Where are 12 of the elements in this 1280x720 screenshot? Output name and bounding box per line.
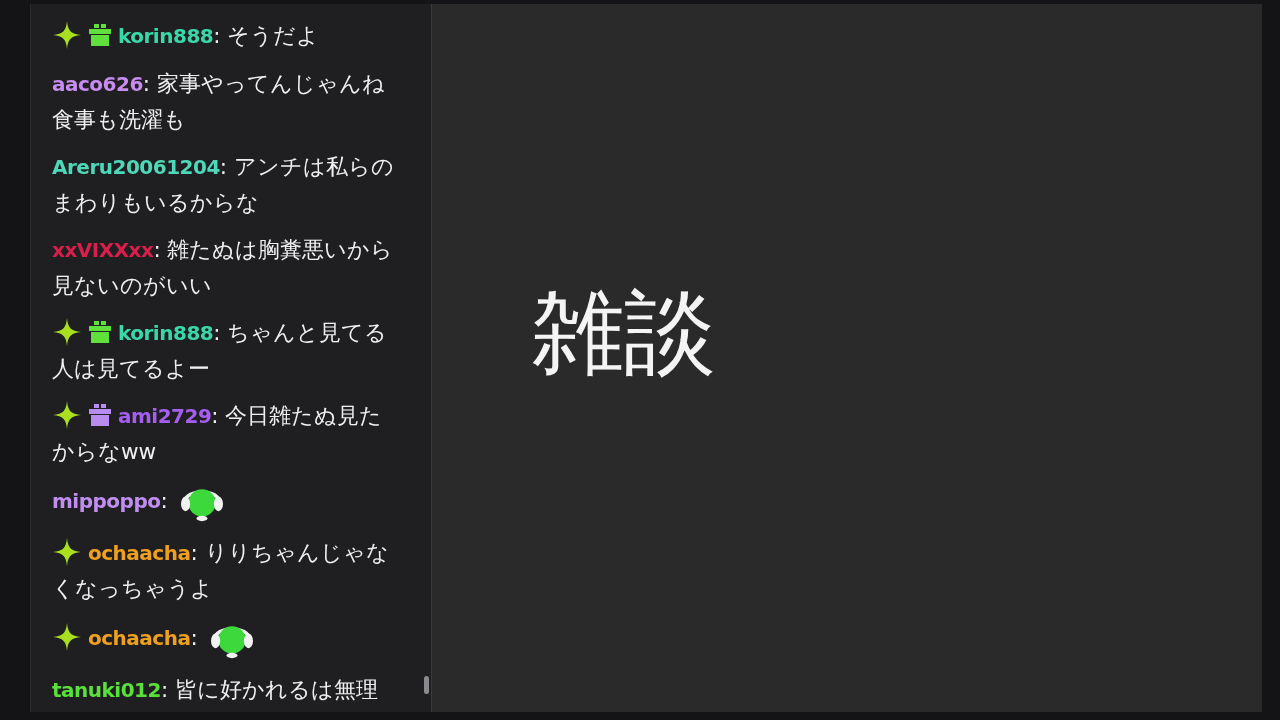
chat-message: mippoppo:	[52, 481, 404, 523]
chat-message: ochaacha: りりちゃんじゃなくなっちゃうよ	[52, 535, 404, 606]
chat-message: Areru20061204: アンチは私らのまわりもいるからな	[52, 153, 395, 217]
chat-message: tanuki012: 皆に好かれるは無理	[52, 676, 380, 704]
scrollbar-thumb[interactable]	[424, 676, 429, 694]
chat-message: korin888: そうだよ	[52, 18, 404, 54]
chat-message: korin888: ちゃんと見てる人は見てるよー	[52, 315, 404, 386]
chat-message: xxVIXXxx: 雑たぬは胸糞悪いから見ないのがいい	[52, 236, 395, 300]
stage-title: 雑談	[532, 282, 716, 384]
chat-message: aaco626: 家事やってんじゃんね食事も洗濯も	[52, 70, 386, 134]
chat-message: ami2729: 今日雑たぬ見たからなww	[52, 398, 404, 469]
chat-message: ochaacha:	[52, 618, 404, 660]
